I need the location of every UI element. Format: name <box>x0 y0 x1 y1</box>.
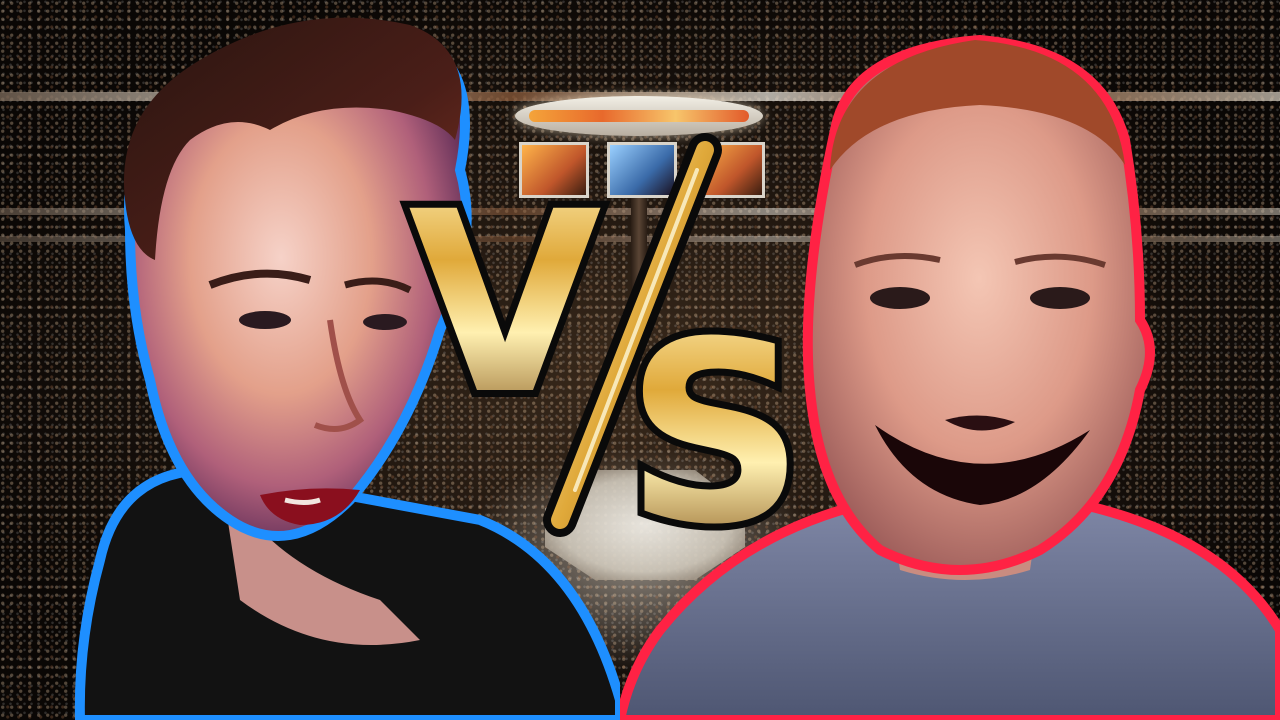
vs-logo: V S <box>401 133 812 580</box>
vs-letter-v: V <box>408 158 601 449</box>
